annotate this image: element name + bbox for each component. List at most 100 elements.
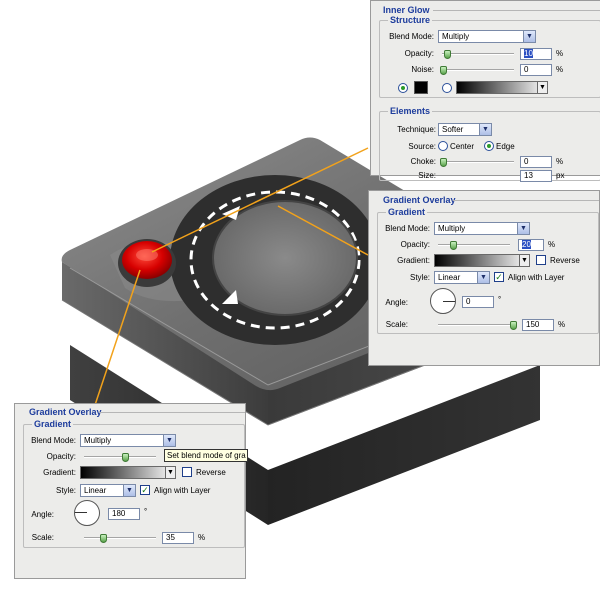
elements-title: Elements [388,106,433,116]
chevron-down-icon[interactable]: ▼ [163,435,175,446]
ig-technique-value: Softer [442,125,464,134]
chevron-down-icon[interactable]: ▼ [537,82,547,93]
go-right-blend-mode-value: Multiply [438,224,466,233]
go-left-scale-slider-thumb[interactable] [100,534,107,543]
chevron-down-icon[interactable]: ▼ [523,31,535,42]
structure-group: Structure Blend Mode: Multiply ▼ Opacity… [379,15,600,98]
ig-source-label: Source: [408,142,436,151]
go-left-scale-slider[interactable] [84,537,156,539]
go-right-angle-input[interactable]: 0 [462,296,494,308]
structure-title: Structure [388,15,433,25]
ig-source-edge-label[interactable]: Edge [496,142,515,151]
go-right-align-checkbox[interactable]: ✓ [494,272,504,282]
ig-opacity-slider-thumb[interactable] [444,50,451,59]
go-right-opacity-slider-thumb[interactable] [450,241,457,250]
ig-source-center-radio[interactable] [438,141,448,151]
go-left-style-select[interactable]: Linear ▼ [80,484,136,497]
go-left-reverse-checkbox[interactable] [182,467,192,477]
ig-size-unit: px [556,171,565,180]
ig-gradient-picker[interactable]: ▼ [456,81,548,94]
go-left-title-rule [99,412,245,413]
go-left-gradient-group: Gradient Blend Mode: Multiply ▼ Opacity:… [23,419,248,548]
go-left-opacity-slider[interactable] [84,456,156,458]
go-right-opacity-input[interactable]: 20 [518,239,544,251]
go-left-angle-input[interactable]: 180 [108,508,140,520]
ig-gradient-radio[interactable] [442,83,452,93]
go-right-blend-mode-select[interactable]: Multiply ▼ [434,222,530,235]
ig-noise-slider[interactable] [442,69,514,71]
elements-group: Elements Technique: Softer ▼ Source: Cen… [379,106,600,182]
ig-color-swatch[interactable] [414,81,428,94]
go-right-angle-dial[interactable] [430,288,456,314]
go-right-opacity-unit: % [548,240,556,249]
ig-noise-label: Noise: [411,65,434,74]
chevron-down-icon[interactable]: ▼ [165,467,175,478]
go-right-gradient-picker[interactable]: ▼ [434,254,530,267]
inner-glow-title: Inner Glow [383,5,430,15]
go-right-angle-unit: ° [498,295,502,304]
go-right-title-rule [453,200,599,201]
go-left-align-label[interactable]: Align with Layer [154,486,210,495]
go-left-align-checkbox[interactable]: ✓ [140,485,150,495]
ig-blend-mode-select[interactable]: Multiply ▼ [438,30,536,43]
go-left-blend-mode-select[interactable]: Multiply ▼ [80,434,176,447]
ig-choke-slider-thumb[interactable] [440,158,447,167]
go-right-scale-slider-thumb[interactable] [510,321,517,330]
go-right-scale-slider[interactable] [438,324,516,326]
gradient-overlay-panel-left: Gradient Overlay Gradient Blend Mode: Mu… [14,403,248,579]
go-right-style-label: Style: [409,273,430,282]
go-left-reverse-label[interactable]: Reverse [196,468,226,477]
go-left-gradient-label: Gradient: [43,468,76,477]
go-right-style-select[interactable]: Linear ▼ [434,271,490,284]
ig-noise-input[interactable]: 0 [520,64,552,76]
go-right-scale-label: Scale: [385,320,408,329]
go-right-title: Gradient Overlay [383,195,456,205]
go-right-blend-mode-label: Blend Mode: [385,224,430,233]
gradient-overlay-panel-right: Gradient Overlay Gradient Blend Mode: Mu… [368,190,600,366]
ig-choke-unit: % [556,157,564,166]
ig-noise-slider-thumb[interactable] [440,66,447,75]
go-right-opacity-slider[interactable] [438,244,510,246]
go-left-style-label: Style: [55,486,76,495]
go-right-align-label[interactable]: Align with Layer [508,273,564,282]
go-right-gradient-title: Gradient [386,207,428,217]
go-left-angle-label: Angle: [31,510,54,519]
ig-color-radio[interactable] [398,83,408,93]
ig-opacity-slider[interactable] [442,53,514,55]
ig-source-center-label[interactable]: Center [450,142,474,151]
ig-choke-slider[interactable] [442,161,514,163]
ig-opacity-unit: % [556,49,564,58]
go-right-gradient-group: Gradient Blend Mode: Multiply ▼ Opacity:… [377,207,599,334]
go-right-style-value: Linear [438,273,461,282]
inner-glow-title-rule [433,10,600,11]
go-right-scale-unit: % [558,320,566,329]
go-right-angle-label: Angle: [385,298,408,307]
go-right-reverse-label[interactable]: Reverse [550,256,580,265]
go-right-opacity-label: Opacity: [400,240,430,249]
ig-size-input[interactable]: 13 [520,170,552,182]
go-left-angle-unit: ° [144,507,148,516]
ig-size-label: Size: [418,171,436,180]
go-left-gradient-picker[interactable]: ▼ [80,466,176,479]
go-left-scale-unit: % [198,533,206,542]
ig-technique-label: Technique: [397,125,436,134]
ig-noise-unit: % [556,65,564,74]
ig-choke-input[interactable]: 0 [520,156,552,168]
ig-technique-select[interactable]: Softer ▼ [438,123,492,136]
go-right-scale-input[interactable]: 150 [522,319,554,331]
chevron-down-icon[interactable]: ▼ [517,223,529,234]
go-right-gradient-label: Gradient: [397,256,430,265]
go-left-opacity-slider-thumb[interactable] [122,453,129,462]
ig-source-edge-radio[interactable] [484,141,494,151]
ig-opacity-input[interactable]: 10 [520,48,552,60]
inner-glow-panel: Inner Glow Structure Blend Mode: Multipl… [370,0,600,182]
chevron-down-icon[interactable]: ▼ [519,255,529,266]
ig-opacity-label: Opacity: [404,49,434,58]
go-left-style-value: Linear [84,486,107,495]
chevron-down-icon[interactable]: ▼ [477,272,489,283]
go-left-scale-input[interactable]: 35 [162,532,194,544]
chevron-down-icon[interactable]: ▼ [479,124,491,135]
go-left-angle-dial[interactable] [74,500,100,526]
chevron-down-icon[interactable]: ▼ [123,485,135,496]
go-right-reverse-checkbox[interactable] [536,255,546,265]
